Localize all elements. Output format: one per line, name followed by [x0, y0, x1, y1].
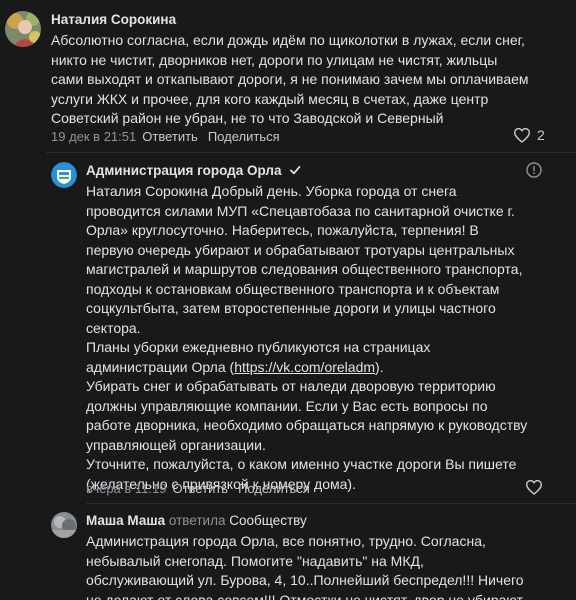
- comment-text: Администрация города Орла, все понятно, …: [86, 532, 566, 600]
- verified-checkmark-icon: [290, 165, 301, 175]
- oreladm-link[interactable]: https://vk.com/oreladm: [234, 359, 375, 375]
- comment-time[interactable]: вчера в 11:19: [86, 481, 166, 496]
- comment-line: Администрация города Орла, все понятно, …: [86, 533, 486, 549]
- comment-line: Наталия Сорокина Добрый день. Уборка гор…: [86, 183, 457, 199]
- comment-line: должны управляющие компании. Если у Вас …: [86, 397, 488, 414]
- comment-line: Убирать снег и обрабатывать от наледи дв…: [86, 378, 496, 394]
- comment-author[interactable]: Наталия Сорокина: [51, 12, 176, 27]
- avatar[interactable]: [5, 11, 41, 47]
- comment-line: Уточните, пожалуйста, о каком именно уча…: [86, 456, 517, 472]
- heart-icon: [525, 479, 543, 495]
- heart-icon: [513, 127, 531, 143]
- author-name[interactable]: Маша Маша: [86, 513, 165, 528]
- divider: [46, 152, 576, 153]
- replied-to-link[interactable]: Сообществу: [229, 513, 307, 528]
- comment-line: подходы к остановкам общественного транс…: [86, 280, 500, 297]
- comment-line: обслуживающий ул. Бурова, 4, 10..Полнейш…: [86, 572, 524, 588]
- comment-author[interactable]: Администрация города Орла: [86, 163, 301, 178]
- comment-line: соцкультбыта, затем второстепенные дорог…: [86, 300, 496, 316]
- comment-text: Наталия Сорокина Добрый день. Уборка гор…: [86, 182, 556, 494]
- comment-author: Маша Маша ответила Сообществу: [86, 513, 307, 528]
- comment-line: услуги ЖКХ и прочее, для кого каждый мес…: [51, 90, 489, 107]
- like-button[interactable]: [525, 479, 543, 495]
- comment-meta: 19 дек в 21:51 Ответить Поделиться: [51, 129, 280, 144]
- share-button[interactable]: Поделиться: [238, 481, 310, 496]
- comment-line: Орла» круглосуточно. Наберитесь, пожалуй…: [86, 222, 479, 238]
- info-icon[interactable]: [526, 162, 542, 178]
- like-count: 2: [537, 127, 545, 143]
- comment-line: администрации Орла (https://vk.com/orela…: [86, 358, 556, 378]
- divider: [86, 503, 576, 504]
- comment-line: сами выходят и откапывают дороги, я не п…: [51, 71, 529, 87]
- comment-line: сектора.: [86, 319, 141, 336]
- comment-line: магистралей и маршрутов следования общес…: [86, 261, 523, 277]
- replied-label: ответила: [168, 513, 226, 528]
- comment-line: проводится силами МУП «Спецавтобаза по с…: [86, 202, 515, 219]
- comment-line: первую очередь убирают и обрабатывают тр…: [86, 241, 515, 258]
- comment-line: Абсолютно согласна, если дождь идём по щ…: [51, 32, 525, 48]
- avatar[interactable]: [51, 162, 77, 188]
- comment-line: работе дворника, необходимо обращаться н…: [86, 417, 528, 433]
- comment-line: Планы уборки ежедневно публикуются на ст…: [86, 339, 431, 355]
- comment-text: Абсолютно согласна, если дождь идём по щ…: [51, 31, 561, 129]
- comments-feed: Наталия Сорокина Абсолютно согласна, есл…: [0, 0, 576, 600]
- share-button[interactable]: Поделиться: [208, 129, 280, 144]
- avatar[interactable]: [51, 512, 77, 538]
- comment-time[interactable]: 19 дек в 21:51: [51, 129, 136, 144]
- comment-line: никто не чистит, дворников нет, дороги п…: [51, 51, 498, 68]
- author-name[interactable]: Администрация города Орла: [86, 163, 282, 178]
- like-button[interactable]: 2: [513, 127, 545, 143]
- comment-line: небывалый снегопад. Помогите "надавить" …: [86, 552, 424, 569]
- comment-line-text: ).: [375, 358, 384, 375]
- comment-line: Советский район не убран, не то что Заво…: [51, 110, 444, 126]
- reply-button[interactable]: Ответить: [172, 481, 228, 496]
- reply-button[interactable]: Ответить: [142, 129, 198, 144]
- comment-line-text: администрации Орла (: [86, 358, 235, 375]
- comment-line: не делают от слова совсем!!! Отмостки не…: [86, 591, 526, 600]
- comment-line: управляющей организации.: [86, 436, 266, 453]
- comment-meta: вчера в 11:19 Ответить Поделиться: [86, 481, 310, 496]
